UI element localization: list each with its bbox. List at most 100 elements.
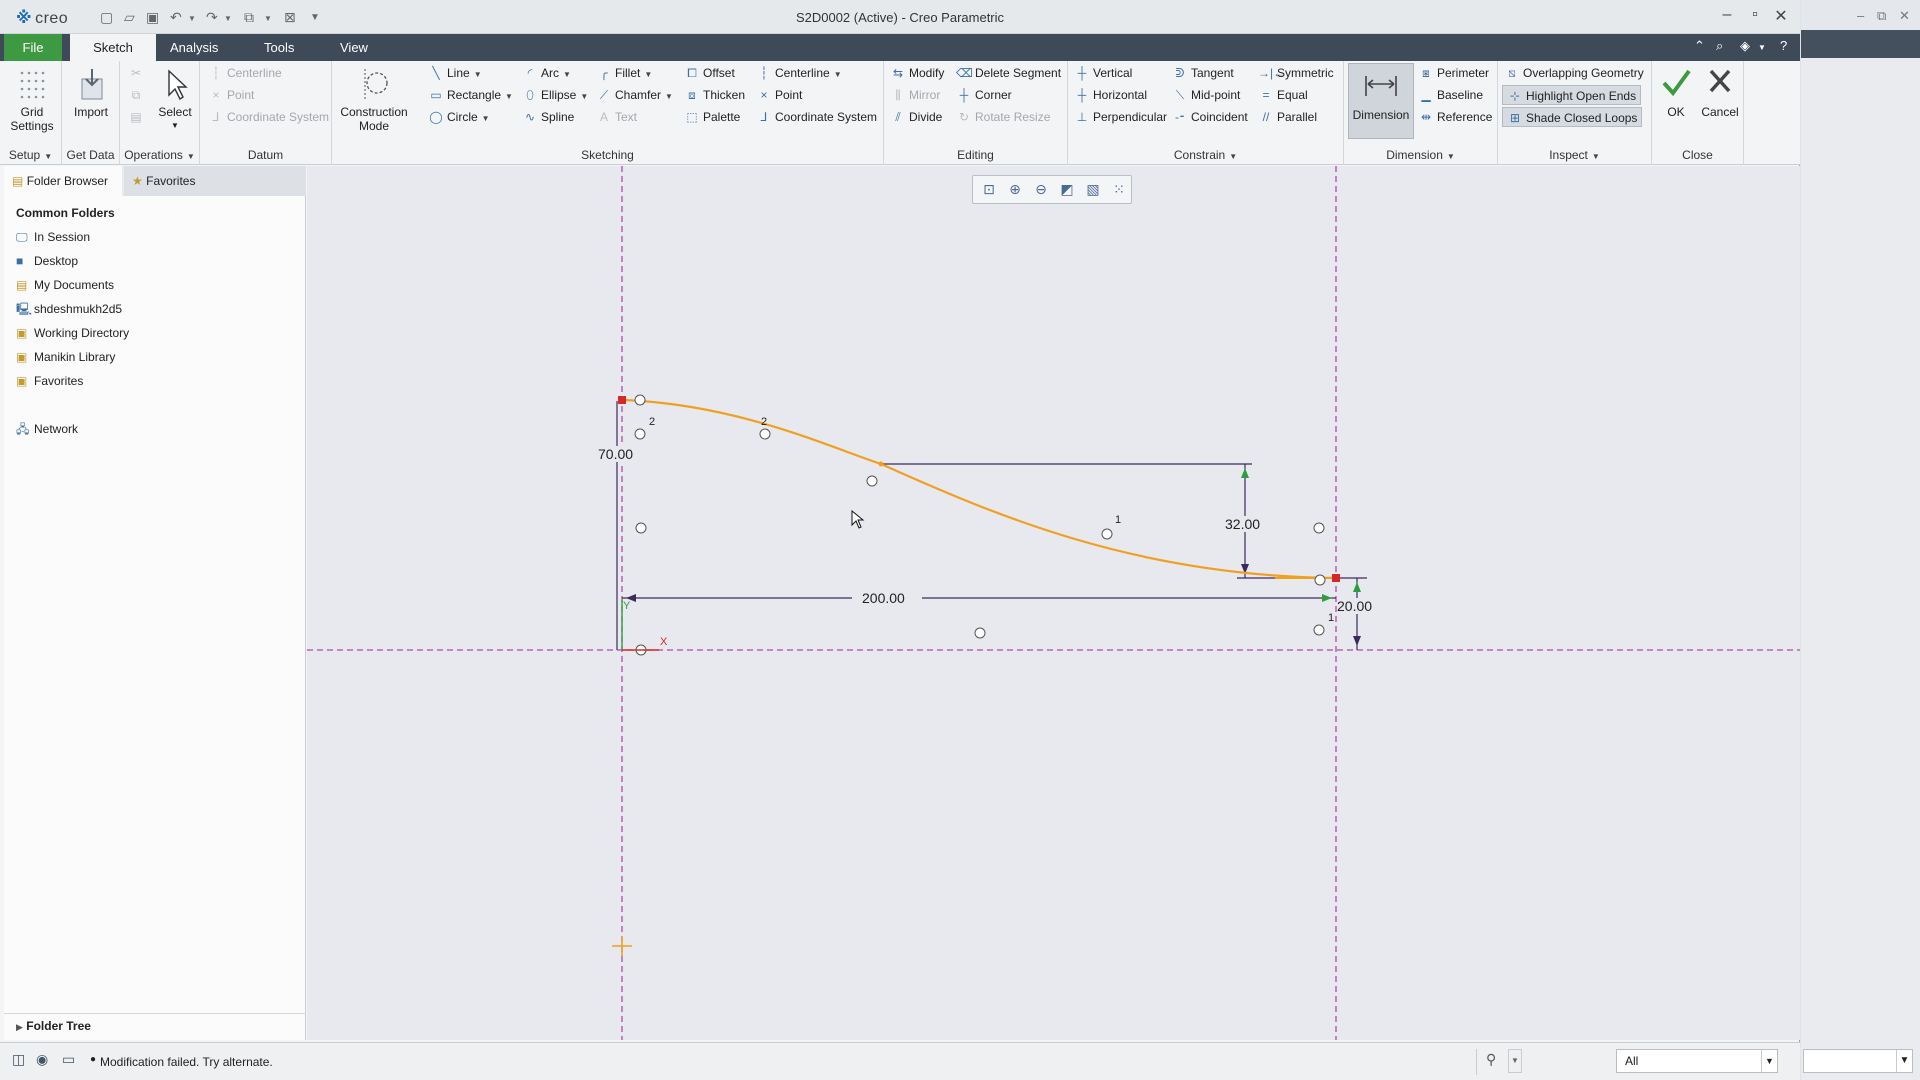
folder-my-documents[interactable]: ▤ My Documents [16, 275, 114, 295]
circle-button[interactable]: ◯ Circle ▼ [428, 107, 489, 127]
search-icon[interactable]: ⌕ [1716, 38, 1723, 54]
tab-view[interactable]: View [326, 34, 382, 61]
folder-tree-toggle[interactable]: ▶ Folder Tree [4, 1013, 306, 1040]
coincident-constraint-button[interactable]: -⁃ Coincident [1172, 107, 1248, 127]
group-label-setup[interactable]: Setup ▼ [0, 148, 61, 162]
sketch-coordinate-system-button[interactable]: ⅃ Coordinate System [756, 107, 877, 127]
sketch-point-button[interactable]: × Point [756, 85, 802, 105]
constraint-symbol-end-tangent[interactable] [1314, 574, 1326, 586]
community-dropdown-icon[interactable]: ▼ [1758, 43, 1766, 52]
rectangle-button[interactable]: ▭ Rectangle ▼ [428, 85, 513, 105]
redo-icon[interactable]: ↷ [206, 9, 218, 26]
tab-file[interactable]: File [4, 34, 62, 61]
dimension-200-label[interactable]: 200.00 [862, 590, 905, 606]
constraint-symbol-vertical-left[interactable] [635, 522, 647, 534]
overlapping-geometry-button[interactable]: ⧅ Overlapping Geometry [1504, 63, 1644, 83]
constraint-symbol-vertical-right[interactable] [1313, 522, 1325, 534]
community-icon[interactable]: ◈ [1740, 38, 1750, 54]
perpendicular-constraint-button[interactable]: ⊥ Perpendicular [1074, 107, 1167, 127]
shade-closed-loops-button[interactable]: ⊞ Shade Closed Loops [1502, 107, 1643, 127]
folder-desktop[interactable]: ■ Desktop [16, 251, 78, 271]
folder-in-session[interactable]: 🖵 In Session [16, 227, 90, 247]
ellipse-button[interactable]: ⬯ Ellipse ▼ [522, 85, 588, 105]
constraint-symbol-horizontal-a[interactable] [634, 428, 646, 440]
dimension-70-label[interactable]: 70.00 [598, 446, 634, 462]
constraint-symbol-tangent[interactable] [866, 475, 878, 487]
group-label-dimension[interactable]: Dimension ▼ [1344, 148, 1497, 162]
delete-segment-button[interactable]: ⌫ Delete Segment [956, 63, 1061, 83]
full-screen-icon[interactable]: ▭ [62, 1051, 82, 1071]
highlight-open-ends-button[interactable]: ⊹ Highlight Open Ends [1502, 85, 1642, 105]
midpoint-constraint-button[interactable]: ⟍ Mid-point [1172, 85, 1241, 105]
symmetric-constraint-button[interactable]: →|←Symmetric [1258, 63, 1334, 83]
constraint-symbol-horizontal-c[interactable] [1101, 528, 1113, 540]
constraint-symbol-horizontal-base[interactable] [974, 627, 986, 639]
tab-analysis[interactable]: Analysis [156, 34, 232, 61]
spline-start-endpoint[interactable] [618, 396, 626, 404]
tangent-constraint-button[interactable]: ᕲ Tangent [1172, 63, 1234, 83]
equal-constraint-button[interactable]: = Equal [1258, 85, 1307, 105]
group-label-constrain[interactable]: Constrain ▼ [1068, 148, 1343, 162]
line-button[interactable]: ╲ Line ▼ [428, 63, 481, 83]
find-icon[interactable]: ⚲ [1486, 1051, 1496, 1068]
folder-manikin-library[interactable]: ▣ Manikin Library [16, 347, 115, 367]
sketch-canvas[interactable]: ⊡ ⊕ ⊖ ◩ ▧ ⁙ 70.00 32.00 200.00 20.00 2 2… [307, 166, 1800, 1040]
redo-dropdown-icon[interactable]: ▼ [224, 14, 232, 23]
model-tree-toggle-icon[interactable]: ◫ [12, 1051, 32, 1071]
reference-button[interactable]: ⇹ Reference [1418, 107, 1492, 127]
close-icon[interactable]: ✕ [1770, 6, 1792, 26]
undo-dropdown-icon[interactable]: ▼ [188, 14, 196, 23]
spline-button[interactable]: ∿ Spline [522, 107, 574, 127]
offset-button[interactable]: ⧠ Offset [684, 63, 735, 83]
horizontal-constraint-button[interactable]: ┼ Horizontal [1074, 85, 1147, 105]
spline-midpoint[interactable] [878, 461, 884, 467]
perimeter-button[interactable]: ⧆ Perimeter [1418, 63, 1489, 83]
tab-favorites[interactable]: ★ Favorites [124, 166, 306, 196]
folder-favorites[interactable]: ▣ Favorites [16, 371, 83, 391]
thicken-button[interactable]: ⧈ Thicken [684, 85, 745, 105]
construction-mode-button[interactable]: Construction Mode [336, 65, 412, 133]
modify-button[interactable]: ⇆ Modify [890, 63, 944, 83]
divide-button[interactable]: ⫽ Divide [890, 107, 942, 127]
customize-toolbar-icon[interactable]: ▼ [310, 12, 320, 23]
group-label-inspect[interactable]: Inspect ▼ [1498, 148, 1651, 162]
new-file-icon[interactable]: ▢ [100, 9, 113, 26]
arc-button[interactable]: ◜ Arc ▼ [522, 63, 571, 83]
regenerate-icon[interactable]: ⧉ [244, 9, 254, 26]
palette-button[interactable]: ⬚ Palette [684, 107, 740, 127]
tab-folder-browser[interactable]: ▤ Folder Browser [4, 166, 122, 196]
constraint-symbol-horizontal-d[interactable] [1313, 624, 1325, 636]
minimize-icon[interactable]: – [1716, 6, 1738, 24]
tab-tools[interactable]: Tools [250, 34, 308, 61]
sketch-centerline-button[interactable]: ┆ Centerline ▼ [756, 63, 841, 83]
dimension-button[interactable]: Dimension [1348, 63, 1414, 139]
tab-sketch[interactable]: Sketch [70, 34, 156, 61]
parallel-constraint-button[interactable]: //Parallel [1258, 107, 1317, 127]
collapse-ribbon-icon[interactable]: ⌃ [1694, 38, 1705, 54]
spline-end-endpoint[interactable] [1332, 574, 1340, 582]
selection-filter-select[interactable]: All ▼ [1616, 1049, 1778, 1073]
browser-toggle-icon[interactable]: ◉ [36, 1051, 56, 1071]
folder-working-directory[interactable]: ▣ Working Directory [16, 323, 129, 343]
vertical-constraint-button[interactable]: ┼ Vertical [1074, 63, 1133, 83]
open-file-icon[interactable]: ▱ [124, 9, 135, 26]
chamfer-button[interactable]: ⟋ Chamfer ▼ [596, 85, 673, 105]
folder-computer[interactable]: 🖳 shdeshmukh2d5 [16, 299, 122, 319]
fillet-button[interactable]: ╭ Fillet ▼ [596, 63, 652, 83]
spline-curve[interactable] [621, 398, 1337, 580]
regenerate-dropdown-icon[interactable]: ▼ [264, 14, 272, 23]
baseline-button[interactable]: ▁ Baseline [1418, 85, 1483, 105]
corner-button[interactable]: ┼ Corner [956, 85, 1012, 105]
folder-network[interactable]: 🖧 Network [16, 419, 78, 439]
constraint-symbol-vertical-start[interactable] [634, 394, 646, 406]
constraint-symbol-horizontal-b[interactable] [759, 428, 771, 440]
maximize-icon[interactable]: ▫ [1744, 6, 1766, 24]
help-icon[interactable]: ? [1780, 38, 1787, 53]
group-label-operations[interactable]: Operations ▼ [120, 148, 199, 162]
import-button[interactable]: Import [66, 65, 116, 119]
ok-button[interactable]: OK [1656, 65, 1696, 119]
select-dropdown-icon[interactable]: ▼ [152, 119, 198, 133]
close-window-icon[interactable]: ⊠ [284, 9, 296, 26]
find-dropdown-icon[interactable]: ▼ [1508, 1049, 1522, 1073]
dimension-32-label[interactable]: 32.00 [1225, 516, 1261, 532]
